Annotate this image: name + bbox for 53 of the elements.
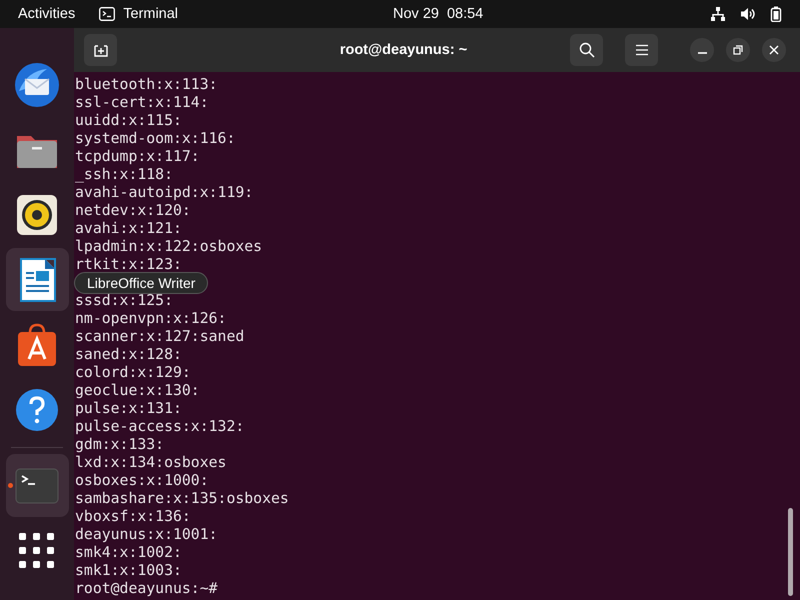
- terminal-line: sambashare:x:135:osboxes: [75, 490, 289, 508]
- terminal-line: lpadmin:x:122:osboxes: [75, 238, 262, 256]
- scrollbar-thumb[interactable]: [788, 508, 793, 596]
- terminal-line: smk4:x:1002:: [75, 544, 182, 562]
- minimize-button[interactable]: [690, 38, 714, 62]
- search-button[interactable]: [570, 34, 603, 66]
- close-button[interactable]: [762, 38, 786, 62]
- menu-icon: [634, 44, 648, 56]
- terminal-line: nm-openvpn:x:126:: [75, 310, 226, 328]
- clock[interactable]: Nov 29 08:54: [393, 6, 484, 22]
- terminal-line: osboxes:x:1000:: [75, 472, 209, 490]
- terminal-line: gdm:x:133:: [75, 436, 164, 454]
- menu-button[interactable]: [625, 34, 658, 66]
- mail-icon: [13, 60, 61, 108]
- terminal-line: lxd:x:134:osboxes: [75, 454, 226, 472]
- terminal-line: rtkit:x:123:: [75, 256, 182, 274]
- tooltip: LibreOffice Writer: [74, 272, 208, 294]
- terminal-line: tcpdump:x:117:: [75, 148, 200, 166]
- close-icon: [769, 45, 779, 55]
- terminal-line: sssd:x:125:: [75, 292, 173, 310]
- window-title: root@deayunus: ~: [338, 42, 468, 58]
- dock-item[interactable]: [6, 248, 68, 311]
- minimize-icon: [698, 52, 706, 54]
- terminal-line: scanner:x:127:saned: [75, 328, 244, 346]
- date-text: Nov 29: [393, 6, 439, 22]
- terminal-line: colord:x:129:: [75, 364, 191, 382]
- terminal-line: avahi:x:121:: [75, 220, 182, 238]
- new-tab-button[interactable]: [84, 34, 117, 66]
- terminal-line: netdev:x:120:: [75, 202, 191, 220]
- time-text: 08:54: [446, 6, 484, 22]
- terminal-line: smk1:x:1003:: [75, 562, 182, 580]
- terminal-line: bluetooth:x:113:: [75, 76, 218, 94]
- activities-button[interactable]: Activities: [18, 6, 76, 22]
- terminal-line: avahi-autoipd:x:119:: [75, 184, 254, 202]
- battery-icon[interactable]: [770, 6, 782, 22]
- terminal-line: pulse:x:131:: [75, 400, 182, 418]
- terminal-line: ssl-cert:x:114:: [75, 94, 209, 112]
- terminal-line: deayunus:x:1001:: [75, 526, 218, 544]
- volume-icon[interactable]: [740, 6, 756, 22]
- maximize-button[interactable]: [726, 38, 750, 62]
- app-menu[interactable]: Terminal: [99, 6, 178, 22]
- network-icon[interactable]: [710, 6, 726, 22]
- terminal-line: _ssh:x:118:: [75, 166, 173, 184]
- terminal-line: pulse-access:x:132:: [75, 418, 244, 436]
- terminal-line: root@deayunus:~#: [75, 580, 218, 598]
- restore-icon: [733, 45, 743, 55]
- terminal-line: vboxsf:x:136:: [75, 508, 191, 526]
- terminal-line: saned:x:128:: [75, 346, 182, 364]
- terminal-line: systemd-oom:x:116:: [75, 130, 236, 148]
- terminal-icon: [99, 7, 116, 21]
- terminal-line: geoclue:x:130:: [75, 382, 200, 400]
- terminal-line: uuidd:x:115:: [75, 112, 182, 130]
- search-icon: [578, 42, 594, 58]
